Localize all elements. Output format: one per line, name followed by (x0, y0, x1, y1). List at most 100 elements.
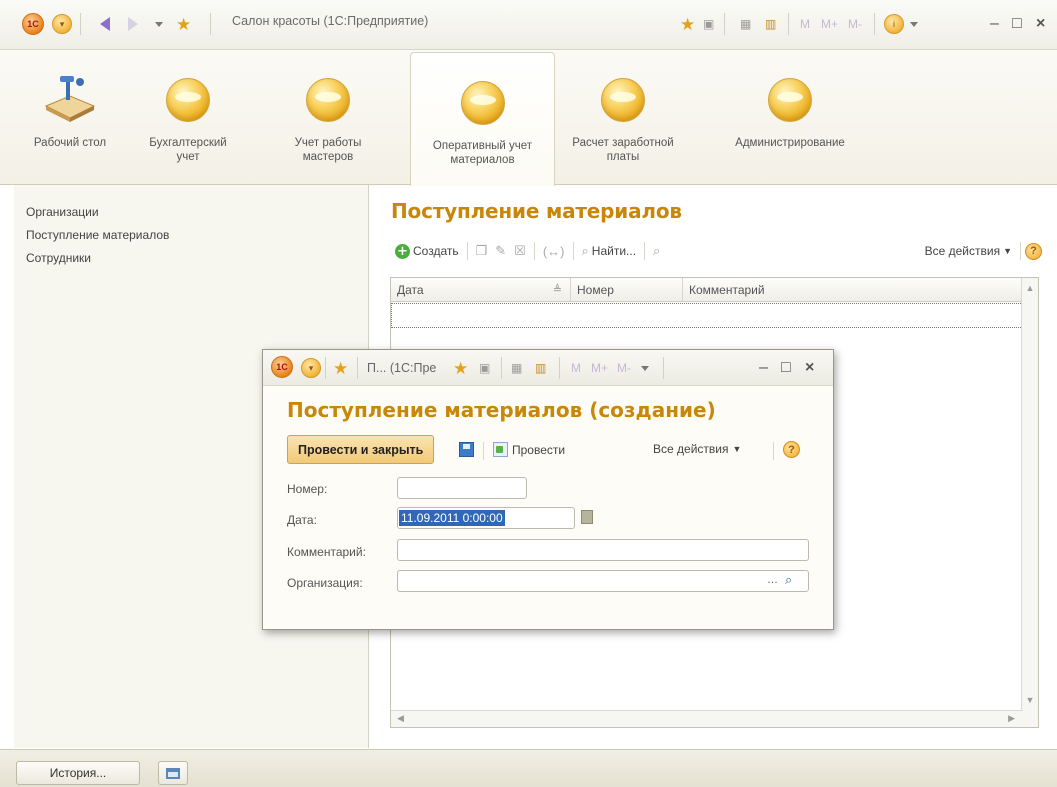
nav-item-organizations[interactable]: Организации (14, 201, 368, 224)
open-search-icon[interactable]: ⌕ (785, 572, 792, 588)
list-title: Поступление материалов (391, 199, 682, 223)
scroll-right-icon[interactable]: ▶ (1008, 713, 1015, 724)
vertical-scrollbar[interactable]: ▲ ▼ (1021, 278, 1038, 727)
section-payroll[interactable]: Расчет заработной платы (568, 50, 678, 185)
section-desktop[interactable]: Рабочий стол (30, 50, 110, 185)
history-dropdown-icon[interactable] (155, 14, 163, 34)
section-materials[interactable]: Оперативный учет материалов (410, 52, 555, 186)
select-ellipsis-button[interactable]: … (767, 574, 778, 586)
dialog-calculator-icon[interactable]: ▦ (511, 358, 522, 378)
sep (466, 242, 468, 260)
info-dropdown-icon[interactable] (910, 14, 918, 34)
sep (724, 13, 725, 35)
dialog-link-icon[interactable]: ▣ (479, 358, 490, 378)
scroll-up-icon[interactable]: ▲ (1022, 283, 1038, 293)
save-icon[interactable] (459, 442, 474, 457)
comment-input[interactable] (397, 539, 809, 561)
maximize-icon[interactable]: □ (1012, 14, 1022, 34)
number-label: Номер: (287, 482, 328, 496)
dialog-star-icon[interactable]: ★ (333, 358, 348, 378)
sep (644, 242, 646, 260)
back-arrow-icon[interactable] (100, 14, 110, 34)
help-icon[interactable]: ? (1025, 242, 1042, 260)
add-favorite-icon[interactable]: ★ (680, 14, 695, 34)
dialog-close-icon[interactable]: × (805, 358, 814, 378)
horizontal-scrollbar[interactable]: ◀ ▶ (391, 710, 1023, 727)
refresh-button[interactable]: (↔) (539, 244, 569, 259)
cancel-search-button[interactable]: ⌕ (649, 243, 664, 259)
dialog-add-favorite-icon[interactable]: ★ (453, 358, 468, 378)
section-orb-icon (768, 78, 812, 122)
table-header: Дата ≜ Номер Комментарий (391, 278, 1038, 302)
main-titlebar: 1С ▾ ★ Салон красоты (1С:Предприятие) ★ … (0, 0, 1057, 50)
organization-input[interactable] (397, 570, 809, 592)
calculator-icon[interactable]: ▦ (740, 14, 751, 34)
memory-m-plus-button[interactable]: M+ (821, 14, 838, 34)
section-administration[interactable]: Администрирование (710, 50, 870, 185)
section-masters[interactable]: Учет работы мастеров (280, 50, 376, 185)
close-icon[interactable]: × (1036, 14, 1045, 34)
dialog-minimize-icon[interactable]: – (759, 358, 768, 378)
column-number[interactable]: Номер (571, 278, 683, 301)
link-icon[interactable]: ▣ (703, 14, 714, 34)
find-button[interactable]: ⌕ Найти... (578, 243, 641, 259)
window-title: Салон красоты (1С:Предприятие) (232, 14, 429, 28)
windows-icon (166, 767, 180, 779)
sep (357, 357, 358, 379)
scroll-down-icon[interactable]: ▼ (1022, 695, 1038, 705)
dialog-all-actions-button[interactable]: Все действия ▼ (653, 442, 741, 456)
favorites-star-icon[interactable]: ★ (176, 14, 191, 34)
dialog-help-icon[interactable]: ? (783, 441, 800, 458)
dialog-memory-m-plus-button[interactable]: M+ (591, 358, 608, 378)
post-and-close-button[interactable]: Провести и закрыть (287, 435, 435, 464)
edit-button[interactable]: ✎ (491, 243, 510, 259)
sep (559, 357, 560, 379)
create-button[interactable]: + Создать (391, 243, 463, 259)
dialog-dropdown-icon[interactable] (641, 358, 649, 378)
memory-m-minus-button[interactable]: M- (848, 14, 862, 34)
all-actions-button[interactable]: Все действия ▼ (921, 244, 1016, 258)
copy-button[interactable]: ❐ (472, 243, 492, 259)
post-button[interactable]: Провести (493, 442, 565, 457)
scroll-left-icon[interactable]: ◀ (397, 713, 404, 724)
calendar-picker-icon[interactable] (581, 510, 593, 524)
memory-m-button[interactable]: M (800, 14, 810, 34)
dialog-logo-icon[interactable]: 1С (271, 356, 293, 378)
dialog-titlebar: 1С ▾ ★ П... (1С:Пре ★ ▣ ▦ ▥ M M+ M- – □ … (263, 350, 833, 386)
cancel-search-icon: ⌕ (653, 243, 661, 258)
dialog-calendar-icon[interactable]: ▥ (535, 358, 546, 378)
column-date[interactable]: Дата ≜ (391, 278, 571, 301)
number-input[interactable] (397, 477, 527, 499)
pencil-icon: ✎ (495, 243, 507, 258)
sep (788, 13, 789, 35)
dialog-memory-m-minus-button[interactable]: M- (617, 358, 631, 378)
app-logo-icon[interactable]: 1С (22, 13, 44, 35)
sep (533, 242, 535, 260)
delete-button[interactable]: ☒ (510, 243, 530, 259)
list-toolbar: + Создать ❐ ✎ ☒ (↔) ⌕ Найти... ⌕ Все дей… (391, 236, 1042, 266)
sep (572, 242, 574, 260)
history-button[interactable]: История... (16, 761, 140, 785)
main-menu-button[interactable]: ▾ (52, 14, 72, 34)
nav-item-material-receipts[interactable]: Поступление материалов (14, 224, 368, 247)
sep (1020, 242, 1021, 260)
dialog-menu-button[interactable]: ▾ (301, 358, 321, 378)
copy-icon: ❐ (475, 243, 488, 258)
minimize-icon[interactable]: – (990, 14, 999, 34)
section-orb-icon (601, 78, 645, 122)
info-icon[interactable]: i (884, 14, 904, 34)
column-comment[interactable]: Комментарий (683, 278, 1023, 301)
date-value[interactable]: 11.09.2011 0:00:00 (399, 510, 505, 526)
magnifier-icon: ⌕ (581, 243, 589, 258)
dialog-maximize-icon[interactable]: □ (781, 358, 791, 378)
forward-arrow-icon[interactable] (128, 14, 138, 34)
calendar-icon[interactable]: ▥ (765, 14, 776, 34)
section-accounting[interactable]: Бухгалтерский учет (140, 50, 236, 185)
post-icon (493, 442, 508, 457)
nav-item-employees[interactable]: Сотрудники (14, 247, 368, 270)
dialog-memory-m-button[interactable]: M (571, 358, 581, 378)
table-row[interactable] (391, 303, 1023, 328)
windows-button[interactable] (158, 761, 188, 785)
sep (773, 442, 774, 460)
refresh-icon: (↔) (542, 243, 565, 259)
